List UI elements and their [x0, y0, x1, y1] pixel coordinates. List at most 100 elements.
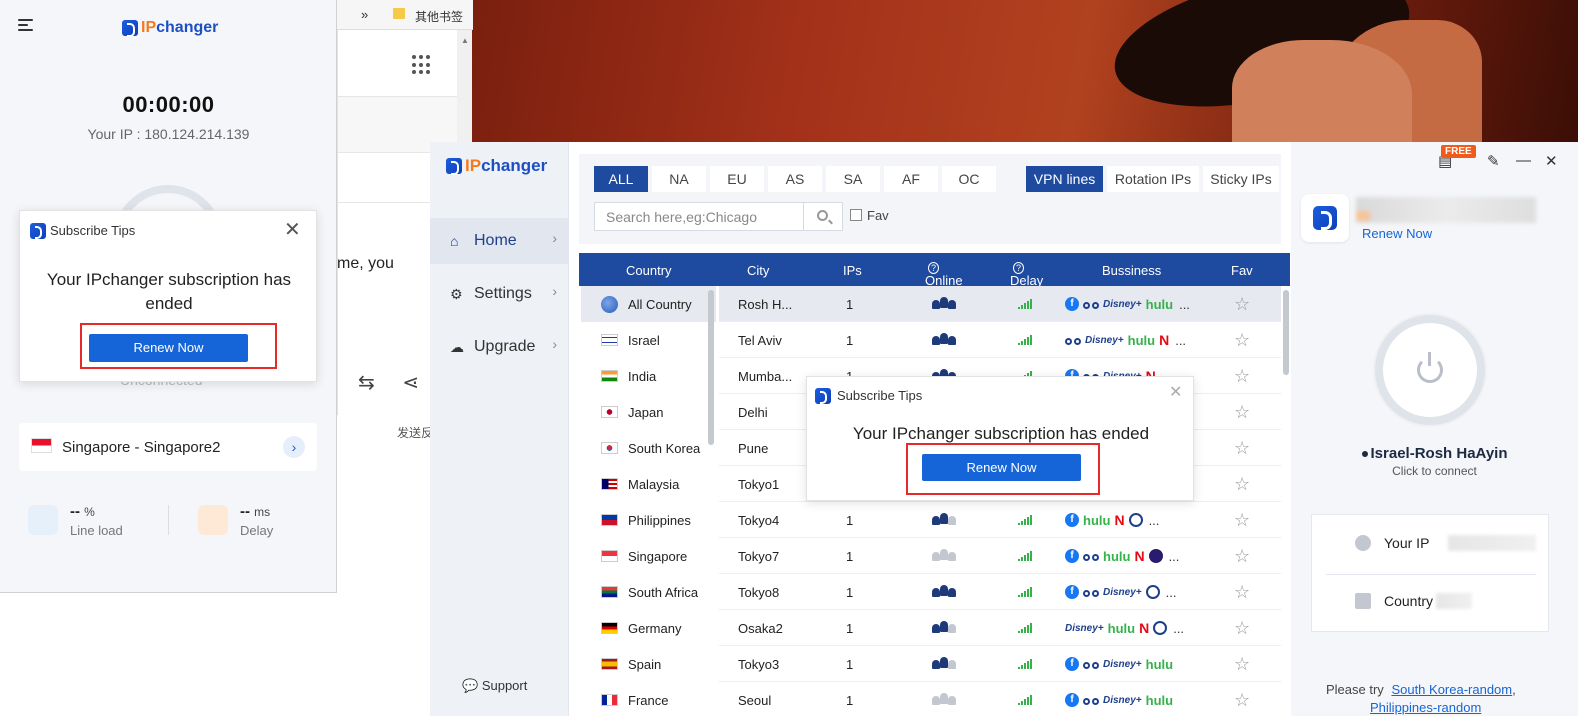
table-row[interactable]: Seoul 1 f Disney+ hulu ☆ [719, 682, 1281, 716]
country-item-philippines[interactable]: Philippines [581, 502, 716, 538]
try-link-philippines[interactable]: Philippines-random [1370, 700, 1481, 715]
region-tab-af[interactable]: AF [884, 166, 938, 192]
country-item-germany[interactable]: Germany [581, 610, 716, 646]
star-icon[interactable]: ☆ [1234, 402, 1250, 423]
table-row[interactable]: Osaka2 1 Disney+ hulu N... ☆ [719, 610, 1281, 646]
city-table-scrollbar[interactable] [1283, 290, 1289, 375]
try-link-south-korea[interactable]: South Korea-random [1391, 682, 1512, 697]
close-icon[interactable]: ✕ [1545, 152, 1558, 170]
support-link[interactable]: 💬 Support [462, 678, 527, 694]
close-icon[interactable]: ✕ [1169, 382, 1182, 402]
star-icon[interactable]: ☆ [1234, 510, 1250, 531]
fav-label: Fav [867, 208, 889, 223]
region-tab-na[interactable]: NA [652, 166, 706, 192]
renew-now-button[interactable]: Renew Now [922, 454, 1081, 481]
region-tab-as[interactable]: AS [768, 166, 822, 192]
country-item-singapore[interactable]: Singapore [581, 538, 716, 574]
edit-icon[interactable]: ✎ [1487, 152, 1500, 170]
sidebar-item-upgrade[interactable]: ☁ Upgrade › [430, 324, 569, 370]
connect-button[interactable] [1375, 315, 1485, 425]
star-icon[interactable]: ☆ [1234, 654, 1250, 675]
apps-grid-icon[interactable] [412, 55, 432, 75]
netflix-icon: N [1134, 548, 1145, 564]
search-input[interactable]: Search here,eg:Chicago [594, 202, 804, 231]
signal-icon [1018, 335, 1034, 345]
signal-icon [1018, 587, 1034, 597]
star-icon[interactable]: ☆ [1234, 330, 1250, 351]
sidebar-item-home[interactable]: ⌂ Home › [430, 218, 569, 264]
country-name: All Country [628, 297, 692, 312]
speedometer-icon [198, 505, 228, 535]
line-type-vpn[interactable]: VPN lines [1026, 166, 1103, 192]
more-icon[interactable]: ... [1173, 621, 1184, 636]
hamburger-menu-icon[interactable] [18, 19, 33, 32]
city-name: Delhi [738, 405, 768, 420]
thumbs-icon[interactable]: ⇆ [358, 372, 375, 394]
table-row[interactable]: Rosh H... 1 f Disney+ hulu... ☆ [719, 286, 1281, 322]
table-row[interactable]: Tokyo8 1 f Disney+... ☆ [719, 574, 1281, 610]
line-type-sticky[interactable]: Sticky IPs [1203, 166, 1279, 192]
city-table: Rosh H... 1 f Disney+ hulu... ☆ Tel Aviv 1 Disne… [719, 286, 1281, 716]
star-icon[interactable]: ☆ [1234, 618, 1250, 639]
country-item-india[interactable]: India [581, 358, 716, 394]
star-icon[interactable]: ☆ [1234, 366, 1250, 387]
region-tab-all[interactable]: ALL [594, 166, 648, 192]
line-load-unit: % [84, 505, 95, 519]
bookmark-folder-other[interactable]: 其他书签 [415, 8, 463, 25]
country-item-malaysia[interactable]: Malaysia [581, 466, 716, 502]
chevron-right-icon[interactable]: › [283, 436, 305, 458]
online-users-icon [932, 693, 958, 707]
region-tab-sa[interactable]: SA [826, 166, 880, 192]
facebook-icon: f [1065, 297, 1079, 311]
table-row[interactable]: Tokyo7 1 f hulu N... ☆ [719, 538, 1281, 574]
star-icon[interactable]: ☆ [1234, 546, 1250, 567]
country-item-israel[interactable]: Israel [581, 322, 716, 358]
region-tab-eu[interactable]: EU [710, 166, 764, 192]
country-item-spain[interactable]: Spain [581, 646, 716, 682]
hulu-icon: hulu [1127, 332, 1156, 348]
star-icon[interactable]: ☆ [1234, 690, 1250, 711]
search-button[interactable] [804, 202, 843, 231]
country-name: France [628, 693, 669, 708]
star-icon[interactable]: ☆ [1234, 294, 1250, 315]
more-icon[interactable]: ... [1169, 549, 1180, 564]
country-item-all[interactable]: All Country [581, 286, 716, 322]
star-icon[interactable]: ☆ [1234, 474, 1250, 495]
renew-now-button[interactable]: Renew Now [89, 334, 248, 362]
avatar[interactable] [1301, 194, 1349, 242]
table-row[interactable]: Tokyo4 1 f hulu N... ☆ [719, 502, 1281, 538]
more-icon[interactable]: ... [1149, 513, 1160, 528]
country-item-france[interactable]: France [581, 682, 716, 716]
more-icon[interactable]: ... [1166, 585, 1177, 600]
country-item-japan[interactable]: Japan [581, 394, 716, 430]
share-icon[interactable]: ⋖ [402, 372, 419, 394]
minimize-icon[interactable]: — [1516, 152, 1531, 169]
line-type-rotation[interactable]: Rotation IPs [1107, 166, 1199, 192]
renew-now-link[interactable]: Renew Now [1362, 226, 1432, 241]
country-name: Malaysia [628, 477, 680, 492]
more-icon[interactable]: ... [1179, 297, 1190, 312]
star-icon[interactable]: ☆ [1234, 438, 1250, 459]
fav-checkbox[interactable] [850, 209, 862, 221]
online-users-icon [932, 513, 958, 527]
close-icon[interactable]: ✕ [284, 217, 301, 242]
signal-icon [1018, 695, 1034, 705]
country-item-south-africa[interactable]: South Africa [581, 574, 716, 610]
chevron-right-icon: › [552, 336, 557, 352]
region-tab-oc[interactable]: OC [942, 166, 996, 192]
ipchanger-logo-icon [815, 388, 831, 404]
table-row[interactable]: Tokyo3 1 f Disney+ hulu ☆ [719, 646, 1281, 682]
country-item-south-korea[interactable]: South Korea [581, 430, 716, 466]
country-list-scrollbar[interactable] [708, 290, 714, 445]
table-row[interactable]: Tel Aviv 1 Disney+ hulu N... ☆ [719, 322, 1281, 358]
sidebar-item-settings[interactable]: ⚙ Settings › [430, 271, 569, 317]
country-name: Israel [628, 333, 660, 348]
business-services: Disney+ hulu N... [1065, 620, 1184, 636]
more-icon[interactable]: ... [1175, 333, 1186, 348]
signal-icon [1018, 659, 1034, 669]
location-selector[interactable]: Singapore - Singapore2 › [19, 423, 317, 471]
star-icon[interactable]: ☆ [1234, 582, 1250, 603]
business-services: f Disney+ hulu [1065, 656, 1173, 672]
bookmarks-overflow-chevron[interactable]: » [361, 7, 368, 22]
ipchanger-logo-icon [122, 20, 138, 37]
